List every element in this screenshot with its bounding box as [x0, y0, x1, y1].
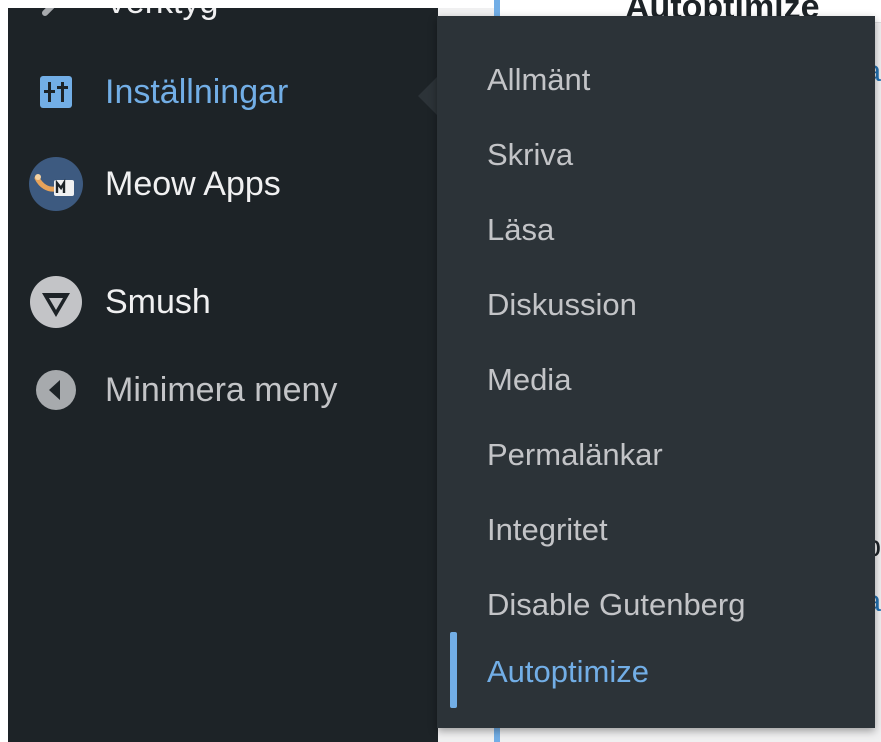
flyout-pointer — [418, 76, 438, 116]
submenu-item-autoptimize[interactable]: Autoptimize — [437, 632, 875, 708]
settings-sliders-icon — [28, 64, 84, 120]
submenu-item-label: Allmänt — [487, 62, 591, 97]
active-indicator — [450, 632, 457, 708]
sidebar-item-verktyg[interactable]: Verktyg — [8, 8, 438, 32]
submenu-item-skriva[interactable]: Skriva — [437, 127, 875, 183]
meow-apps-logo-icon — [28, 156, 84, 212]
sidebar-item-installningar[interactable]: Inställningar — [8, 62, 438, 122]
sidebar-item-smush[interactable]: Smush — [8, 272, 438, 332]
submenu-item-diskussion[interactable]: Diskussion — [437, 277, 875, 333]
sidebar-item-label: Minimera meny — [105, 371, 338, 409]
sidebar-item-label: Verktyg — [105, 8, 218, 22]
submenu-item-label: Läsa — [487, 212, 555, 247]
submenu-item-allmant[interactable]: Allmänt — [437, 52, 875, 108]
submenu-item-label: Disable Gutenberg — [487, 587, 746, 622]
submenu-item-disable-gutenberg[interactable]: Disable Gutenberg — [437, 577, 875, 633]
submenu-item-integritet[interactable]: Integritet — [437, 502, 875, 558]
submenu-item-media[interactable]: Media — [437, 352, 875, 408]
admin-sidebar: Verktyg Inställningar Meow Apps — [8, 8, 438, 742]
sidebar-item-label: Smush — [105, 283, 211, 321]
wrench-icon — [28, 8, 84, 30]
sidebar-item-label: Meow Apps — [105, 165, 281, 203]
submenu-item-label: Permalänkar — [487, 437, 663, 472]
submenu-item-label: Skriva — [487, 137, 574, 172]
submenu-item-lasa[interactable]: Läsa — [437, 202, 875, 258]
smush-logo-icon — [28, 274, 84, 330]
collapse-menu-button[interactable]: Minimera meny — [8, 360, 438, 420]
submenu-item-label: Media — [487, 362, 572, 397]
submenu-item-label: Autoptimize — [487, 654, 649, 689]
sidebar-item-meow-apps[interactable]: Meow Apps — [8, 154, 438, 214]
submenu-item-label: Integritet — [487, 512, 608, 547]
settings-submenu: Allmänt Skriva Läsa Diskussion Media Per… — [437, 16, 875, 728]
submenu-item-permalankar[interactable]: Permalänkar — [437, 427, 875, 483]
sidebar-item-label: Inställningar — [105, 73, 289, 111]
submenu-item-label: Diskussion — [487, 287, 637, 322]
collapse-arrow-icon — [28, 362, 84, 418]
